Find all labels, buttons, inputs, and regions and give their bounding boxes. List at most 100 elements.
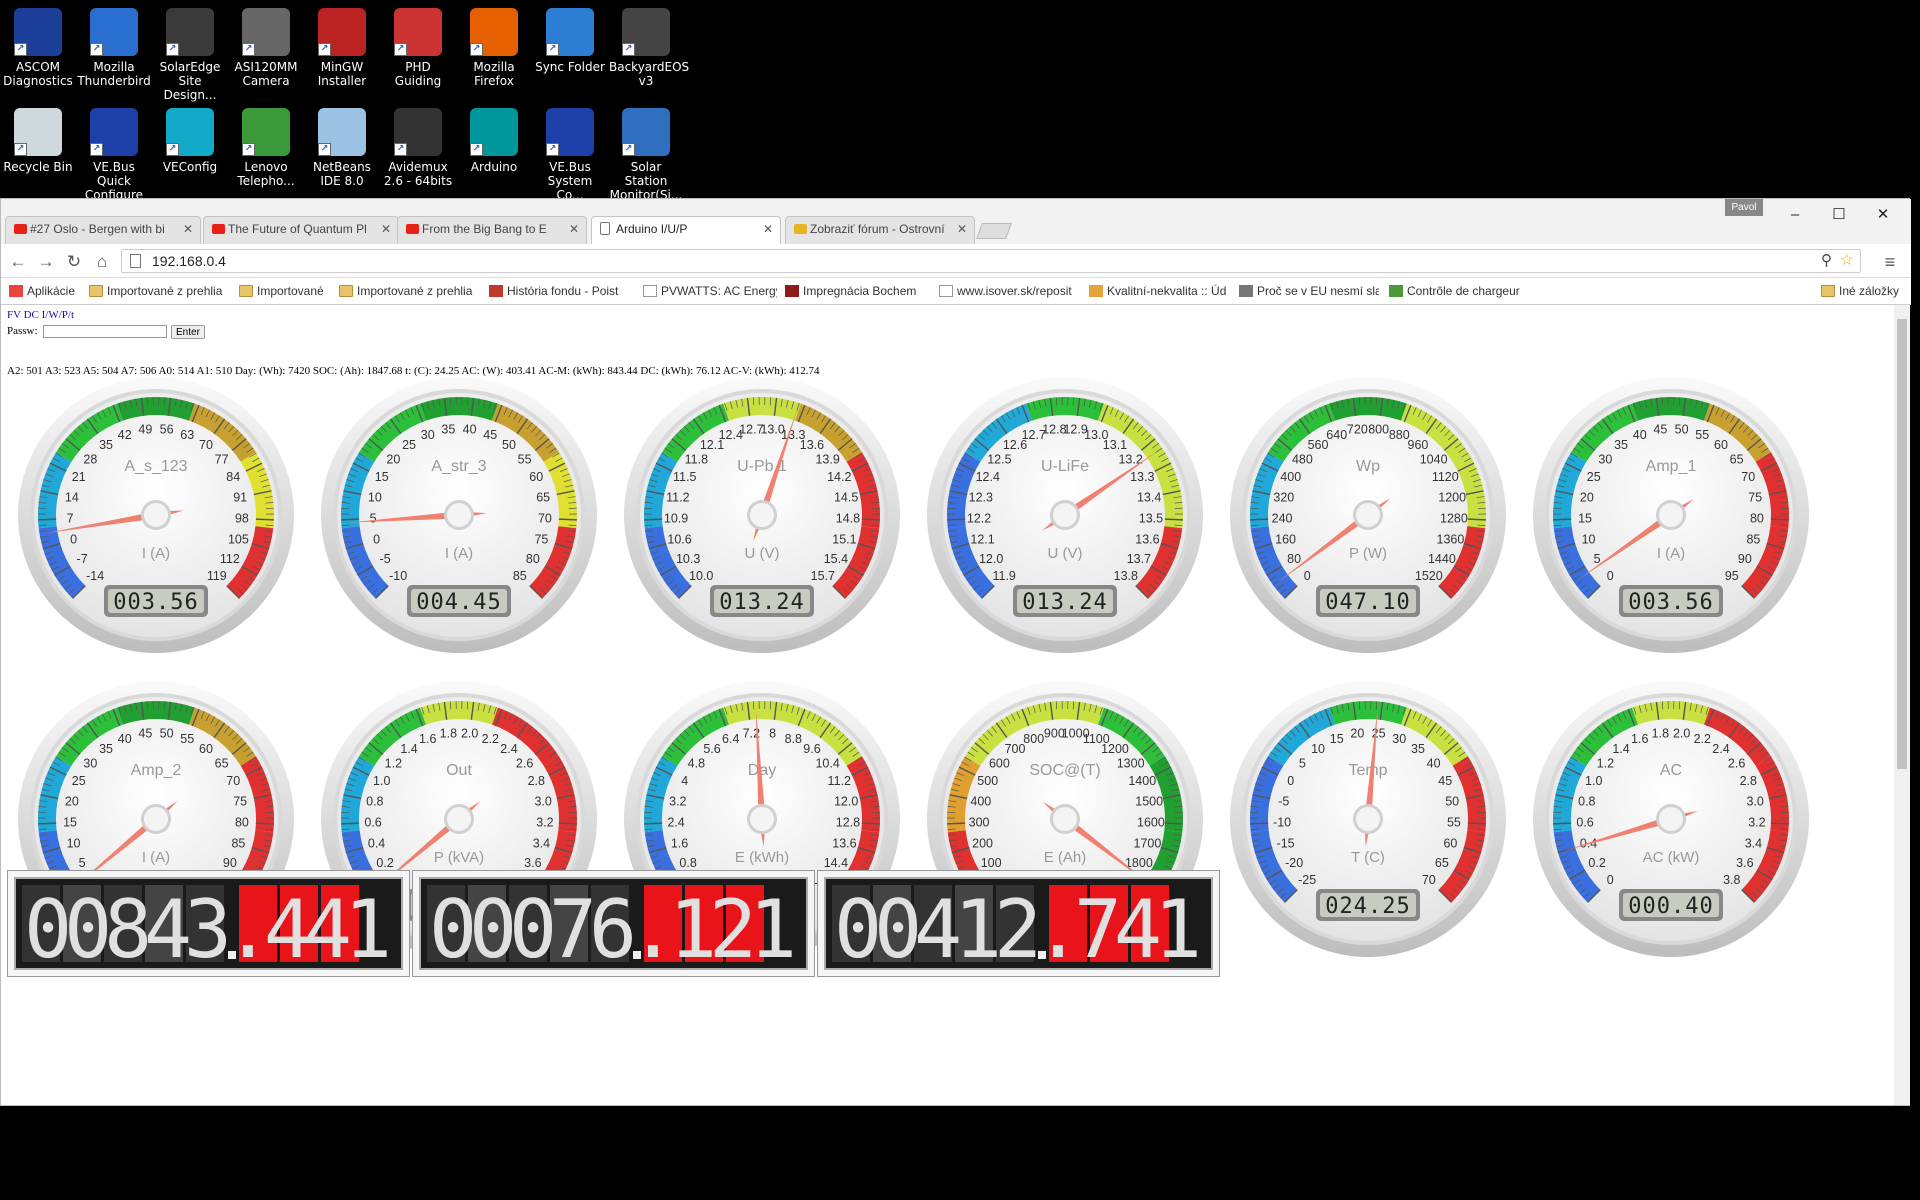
desktop-icon[interactable]: ↗ BackyardEOS v3 <box>609 6 689 88</box>
desktop-icon[interactable]: ↗ Recycle Bin <box>1 106 75 174</box>
gauge-tick-label: 12.8 <box>836 816 860 830</box>
bookmark-item[interactable]: Impregnácia Bochem <box>783 284 929 298</box>
gauge-tick-label: 35 <box>1614 438 1628 452</box>
gauge-tick-label: 2.0 <box>461 727 478 741</box>
back-icon[interactable]: ← <box>7 251 29 273</box>
profile-button[interactable]: Pavol <box>1725 199 1763 216</box>
gauge-tick-label: 50 <box>1445 794 1459 808</box>
desktop-icon[interactable]: ↗ Mozilla Thunderbird <box>77 6 151 88</box>
desktop-icon[interactable]: ↗ Sync Folder <box>533 6 607 74</box>
bookmark-item[interactable]: PVWATTS: AC Energy <box>641 284 777 298</box>
gauge-tick-label: 35 <box>99 438 113 452</box>
shortcut-arrow-icon: ↗ <box>14 143 27 156</box>
enter-button[interactable]: Enter <box>171 325 205 339</box>
gauge-tick-label: 4.8 <box>688 756 705 770</box>
page-icon <box>130 254 141 268</box>
shortcut-arrow-icon: ↗ <box>622 143 635 156</box>
gauge-tick-label: -5 <box>1278 794 1289 808</box>
desktop-icon[interactable]: ↗ Mozilla Firefox <box>457 6 531 88</box>
desktop-icon[interactable]: ↗ VEConfig <box>153 106 227 174</box>
forward-icon[interactable]: → <box>35 251 57 273</box>
tab-4[interactable]: Arduino I/U/P ✕ <box>591 216 781 245</box>
bookmark-label: Importované z prehlia <box>357 284 473 298</box>
desktop-icon[interactable]: ↗ Arduino <box>457 106 531 174</box>
vebus-system-icon: ↗ <box>546 108 594 156</box>
desktop-icon[interactable]: ↗ MinGW Installer <box>305 6 379 88</box>
maximize-icon[interactable]: ☐ <box>1817 203 1861 227</box>
desktop-icon[interactable]: ↗ Avidemux 2.6 - 64bits <box>381 106 455 188</box>
page-title[interactable]: FV DC I/W/P/t <box>7 309 74 321</box>
bookmark-item[interactable]: Importované z prehlia <box>87 284 227 298</box>
scrollbar[interactable] <box>1894 305 1910 1105</box>
gauge: 00.20.40.60.81.01.21.41.61.82.02.22.42.6… <box>1531 679 1811 959</box>
gauge-tick-label: 13.6 <box>800 438 824 452</box>
gauge-tick-label: 1120 <box>1432 470 1459 484</box>
tab-5[interactable]: Zobraziť fórum - Ostrovní ✕ <box>785 216 975 244</box>
gauge-tick-label: 0.8 <box>366 794 383 808</box>
gauge-tick-label: 90 <box>223 856 237 870</box>
menu-icon[interactable]: ≡ <box>1879 251 1901 273</box>
tab-close-icon[interactable]: ✕ <box>957 222 967 236</box>
desktop-icon[interactable]: ↗ ASCOM Diagnostics <box>1 6 75 88</box>
gauge-tick-label: 0.4 <box>368 837 385 851</box>
desktop-icon[interactable]: ↗ Lenovo Telepho... <box>229 106 303 188</box>
tab-close-icon[interactable]: ✕ <box>381 222 391 236</box>
bookmark-item[interactable]: Aplikácie <box>7 284 82 298</box>
tab-close-icon[interactable]: ✕ <box>183 222 193 236</box>
tab-3[interactable]: From the Big Bang to E ✕ <box>397 216 587 244</box>
tab-1[interactable]: #27 Oslo - Bergen with bi ✕ <box>5 216 201 244</box>
bookmark-item[interactable]: Importované <box>237 284 329 298</box>
bookmark-star-icon[interactable]: ☆ <box>1840 250 1854 270</box>
bookmark-item[interactable]: Proč se v EU nesmí sla <box>1237 284 1379 298</box>
bookmark-item[interactable]: Kvalitní-nekvalita :: Úd <box>1087 284 1229 298</box>
counter-value: 00076.121 <box>429 883 797 970</box>
reload-icon[interactable]: ↻ <box>63 251 85 273</box>
new-tab-button[interactable] <box>976 223 1012 239</box>
gauge-units: P (kVA) <box>434 849 484 866</box>
gauge-tick-label: 55 <box>518 452 532 466</box>
desktop-icon[interactable]: ↗ Solar Station Monitor(Si... <box>609 106 683 202</box>
shortcut-arrow-icon: ↗ <box>166 143 179 156</box>
home-icon[interactable]: ⌂ <box>91 251 113 273</box>
gauge-tick-label: 0.6 <box>364 816 381 830</box>
gauge-tick-label: 13.3 <box>1130 470 1154 484</box>
desktop-icon[interactable]: ↗ NetBeans IDE 8.0 <box>305 106 379 188</box>
desktop-icon[interactable]: ↗ VE.Bus System Co... <box>533 106 607 202</box>
gauge-tick-label: 30 <box>1392 732 1406 746</box>
bookmark-item[interactable]: Importované z prehlia <box>337 284 477 298</box>
gauge-tick <box>38 822 57 825</box>
gauge-tick-label: 60 <box>529 470 543 484</box>
desktop-icon-label: VE.Bus System Co... <box>547 160 593 202</box>
zoom-icon[interactable]: ⚲ <box>1821 251 1832 269</box>
shortcut-arrow-icon: ↗ <box>318 143 331 156</box>
bookmarks-bar: Aplikácie Importované z prehlia Importovan… <box>1 278 1911 305</box>
desktop-icon[interactable]: ↗ ASI120MM Camera <box>229 6 303 88</box>
desktop-icon[interactable]: ↗ PHD Guiding <box>381 6 455 88</box>
close-window-icon[interactable]: ✕ <box>1861 203 1905 227</box>
gauge-tick <box>1250 518 1269 521</box>
ascom-icon: ↗ <box>14 8 62 56</box>
bookmark-item[interactable]: Contrôle de chargeur <box>1387 284 1537 298</box>
energy-counter: 00076.121 <box>412 870 815 977</box>
password-input[interactable] <box>43 325 167 338</box>
gauge-tick <box>644 518 663 521</box>
shortcut-arrow-icon: ↗ <box>622 43 635 56</box>
gauge-tick-label: 10.6 <box>667 533 691 547</box>
gauge-tick-label: 0 <box>373 533 380 547</box>
tab-close-icon[interactable]: ✕ <box>569 222 579 236</box>
minimize-icon[interactable]: – <box>1773 203 1817 227</box>
other-bookmarks[interactable]: Iné záložky <box>1819 284 1899 298</box>
address-bar[interactable]: 192.168.0.4 ⚲ ☆ <box>121 249 1861 273</box>
desktop-icon[interactable]: ↗ VE.Bus Quick Configure <box>77 106 151 202</box>
bookmark-label: Aplikácie <box>27 284 76 298</box>
gauge-tick-label: 3.8 <box>1723 873 1740 887</box>
tab-favicon-icon <box>406 224 419 234</box>
bookmark-item[interactable]: História fondu - Poist <box>487 284 629 298</box>
bookmark-item[interactable]: www.isover.sk/reposit <box>937 284 1077 298</box>
scrollbar-thumb[interactable] <box>1897 319 1907 769</box>
tab-close-icon[interactable]: ✕ <box>763 222 773 236</box>
gauge-tick-label: 1.8 <box>440 727 457 741</box>
gauge-tick-label: 75 <box>1748 490 1762 504</box>
desktop-icon[interactable]: ↗ SolarEdge Site Design... <box>153 6 227 102</box>
tab-2[interactable]: The Future of Quantum Pl ✕ <box>203 216 399 244</box>
